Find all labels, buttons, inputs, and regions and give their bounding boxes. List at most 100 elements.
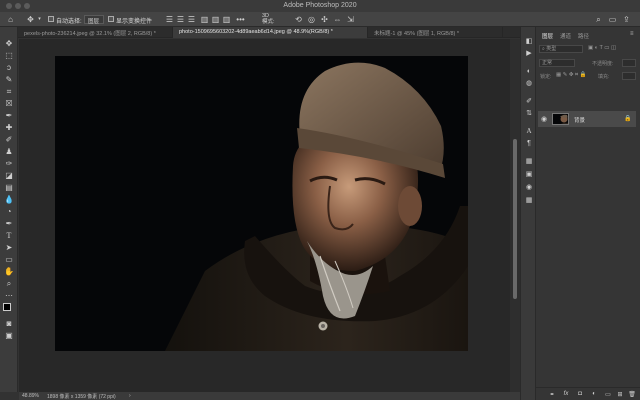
blend-mode-dropdown[interactable]: 正常 (539, 59, 575, 67)
auto-select-checkbox[interactable] (48, 16, 54, 22)
more-options-icon[interactable]: ••• (236, 15, 245, 24)
rectangle-tool-icon[interactable]: ▭ (4, 255, 14, 264)
quick-select-tool-icon[interactable]: ✎ (4, 75, 14, 84)
search-icon[interactable]: ⌕ (594, 15, 603, 24)
title-bar: Adobe Photoshop 2020 (0, 0, 640, 12)
new-group-icon[interactable]: ▭ (604, 391, 612, 398)
chevron-down-icon[interactable]: ▾ (35, 15, 44, 24)
add-mask-icon[interactable]: ◘ (576, 391, 584, 397)
status-menu-arrow-icon[interactable]: › (129, 393, 131, 399)
healing-brush-tool-icon[interactable]: ✚ (4, 123, 14, 132)
brush-tool-icon[interactable]: ✐ (4, 135, 14, 144)
trash-icon[interactable]: 🗑 (628, 391, 636, 398)
home-icon[interactable]: ⌂ (6, 15, 15, 24)
3d-scale-icon[interactable]: ⇲ (346, 15, 355, 24)
quick-mask-icon[interactable]: ◙ (4, 319, 14, 328)
tools-panel: ✥ ⬚ ↄ ✎ ⌗ ☒ ✒ ✚ ✐ ♟ ✑ ◪ ▤ 💧 ◔ ✒ T ➤ ▭ ✋ … (0, 27, 18, 392)
fill-field[interactable] (622, 72, 636, 80)
hand-tool-icon[interactable]: ✋ (4, 267, 14, 276)
layer-kind-filter[interactable]: ⌕ 类型 (539, 45, 583, 53)
options-bar: ⌂ ✥ ▾ 自动选择: 图层 显示变换控件 ☰ ☰ ☰ ▥ ▥ ▥ ••• 3D… (0, 12, 640, 27)
learn-icon[interactable]: ◧ (524, 37, 534, 46)
align-bottom-icon[interactable]: ☰ (187, 15, 196, 24)
lock-options-icons[interactable]: ▦ ✎ ✥ ⌗ 🔒 (556, 72, 586, 79)
layer-kind-filter-label: 类型 (546, 46, 557, 52)
marquee-tool-icon[interactable]: ⬚ (4, 51, 14, 60)
opacity-field[interactable] (622, 59, 636, 67)
layer-style-icon[interactable]: fx (562, 391, 570, 397)
frame-tool-icon[interactable]: ☒ (4, 99, 14, 108)
search-icon: ⌕ (542, 46, 545, 52)
tab-channels[interactable]: 通道 (560, 32, 571, 40)
foreground-color-swatch[interactable] (3, 303, 11, 311)
character-icon[interactable]: A (524, 127, 534, 136)
libraries-icon[interactable]: ▦ (524, 157, 534, 166)
document-tab-bar: pexels-photo-236214.jpeg @ 32.1% (图层 2, … (18, 27, 520, 38)
zoom-tool-icon[interactable]: ⌕ (4, 279, 14, 288)
filter-icons[interactable]: ▣ ◐ T ▭ ◫ (588, 45, 616, 51)
align-right-icon[interactable]: ▥ (222, 15, 231, 24)
vertical-scrollbar[interactable] (510, 39, 520, 392)
3d-slide-icon[interactable]: ⇔ (333, 15, 342, 24)
link-layers-icon[interactable]: ⚭ (548, 391, 556, 398)
brush-settings-icon[interactable]: ✐ (524, 97, 534, 106)
screen-mode-icon[interactable]: ▣ (4, 331, 14, 340)
3d-roll-icon[interactable]: ◎ (307, 15, 316, 24)
document-tab-3[interactable]: 未标题-1 @ 45% (图层 1, RGB/8) * (368, 27, 503, 38)
align-left-icon[interactable]: ▥ (200, 15, 209, 24)
move-tool-icon[interactable]: ✥ (26, 15, 35, 24)
eyedropper-tool-icon[interactable]: ✒ (4, 111, 14, 120)
new-layer-icon[interactable]: ⊞ (616, 391, 624, 398)
document-info: 1898 像素 x 1359 像素 (72 ppi) (47, 394, 116, 400)
3d-pan-icon[interactable]: ✣ (320, 15, 329, 24)
path-selection-tool-icon[interactable]: ➤ (4, 243, 14, 252)
align-vertical-center-icon[interactable]: ☰ (176, 15, 185, 24)
channels-shortcut-icon[interactable]: ▦ (524, 196, 534, 205)
adjustment-layer-icon[interactable]: ◐ (590, 391, 598, 397)
layer-name[interactable]: 背景 (574, 116, 585, 124)
history-brush-tool-icon[interactable]: ✑ (4, 159, 14, 168)
eye-icon[interactable]: ◉ (541, 115, 547, 123)
color-icon[interactable]: ◐ (524, 67, 534, 76)
panel-icon-strip: ◧ ▶ ◐ ◍ ✐ ⇅ A ¶ ▦ ▣ ◉ ▦ (520, 27, 536, 400)
layers-panel: 图层 通道 路径 ≡ ⌕ 类型 ▣ ◐ T ▭ ◫ 正常 不透明度: 锁定: ▦… (536, 27, 640, 400)
portrait-photo (55, 56, 468, 351)
layer-thumbnail (552, 113, 569, 125)
vertical-scroll-thumb[interactable] (513, 139, 517, 299)
layers-shortcut-icon[interactable]: ▣ (524, 170, 534, 179)
auto-select-label: 自动选择: (56, 19, 82, 25)
adjustments-icon[interactable]: ⇅ (524, 109, 534, 118)
gradient-tool-icon[interactable]: ▤ (4, 183, 14, 192)
canvas-area[interactable] (19, 39, 510, 392)
clone-stamp-tool-icon[interactable]: ♟ (4, 147, 14, 156)
tab-layers[interactable]: 图层 (542, 32, 553, 40)
blur-tool-icon[interactable]: 💧 (4, 195, 14, 204)
panel-menu-icon[interactable]: ≡ (630, 31, 634, 37)
type-tool-icon[interactable]: T (4, 231, 14, 240)
document-tab-1[interactable]: pexels-photo-236214.jpeg @ 32.1% (图层 2, … (18, 27, 173, 38)
swatches-icon[interactable]: ◍ (524, 79, 534, 88)
workspace-icon[interactable]: ▭ (608, 15, 617, 24)
play-actions-icon[interactable]: ▶ (524, 49, 534, 58)
pen-tool-icon[interactable]: ✒ (4, 219, 14, 228)
3d-mode-label: 3D 模式: (262, 13, 275, 25)
show-transform-checkbox[interactable] (108, 16, 114, 22)
3d-orbit-icon[interactable]: ⟲ (294, 15, 303, 24)
dodge-tool-icon[interactable]: ◔ (4, 207, 14, 216)
layer-row[interactable]: ◉ 背景 🔒 (538, 111, 636, 127)
align-top-icon[interactable]: ☰ (165, 15, 174, 24)
zoom-level[interactable]: 48.89% (22, 393, 39, 399)
lasso-tool-icon[interactable]: ↄ (4, 63, 14, 72)
paragraph-icon[interactable]: ¶ (524, 139, 534, 148)
more-tools-icon[interactable]: ⋯ (4, 291, 14, 300)
share-icon[interactable]: ⇪ (622, 15, 631, 24)
move-tool-icon[interactable]: ✥ (4, 39, 14, 48)
tab-paths[interactable]: 路径 (578, 32, 589, 40)
eraser-tool-icon[interactable]: ◪ (4, 171, 14, 180)
align-horizontal-center-icon[interactable]: ▥ (211, 15, 220, 24)
auto-select-target-dropdown[interactable]: 图层 (84, 15, 104, 25)
crop-tool-icon[interactable]: ⌗ (4, 87, 14, 96)
document-tab-2[interactable]: photo-1509695603202-4d89aeab6d14.jpeg @ … (173, 27, 368, 38)
3d-panel-icon[interactable]: ◉ (524, 183, 534, 192)
document-image[interactable] (55, 56, 468, 351)
